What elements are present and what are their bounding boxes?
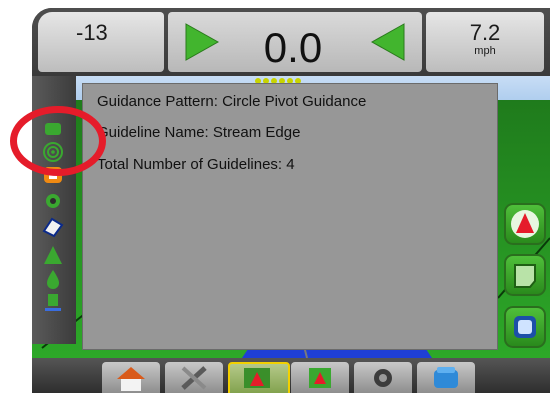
- mark-a-button[interactable]: [504, 254, 546, 296]
- total-guidelines-text: Total Number of Guidelines: 4: [97, 156, 295, 173]
- steer-left-arrow-icon: [370, 23, 405, 61]
- steering-icon[interactable]: [42, 192, 64, 214]
- section-icon[interactable]: [42, 291, 64, 313]
- implement-icon[interactable]: [42, 216, 64, 238]
- setup-tab[interactable]: [165, 362, 223, 393]
- field-icon: [309, 368, 331, 388]
- go-to-a-button[interactable]: [504, 203, 546, 245]
- field-tab[interactable]: [291, 362, 349, 393]
- guidance-tab[interactable]: [228, 362, 290, 393]
- home-icon: [117, 367, 145, 391]
- marker-icon[interactable]: [42, 244, 64, 266]
- speed-unit: mph: [474, 45, 496, 57]
- home-tab[interactable]: [102, 362, 160, 393]
- data-tab[interactable]: [417, 362, 475, 393]
- mark-a-icon: [514, 264, 536, 288]
- guideline-name-text: Guideline Name: Stream Edge: [97, 124, 301, 141]
- status-readout: 0.0: [263, 24, 323, 71]
- point-a-icon: [511, 210, 539, 238]
- data-icon: [434, 367, 458, 388]
- camera-icon: [374, 369, 392, 387]
- guidance-view-icon: [244, 368, 270, 388]
- wrench-icon: [181, 366, 207, 390]
- mark-b-icon: [514, 316, 536, 338]
- display-frame: -13 0.0 7.2 mph Guidance Pattern: Circle…: [32, 8, 550, 393]
- steer-right-arrow-icon: [185, 23, 220, 61]
- mark-b-button[interactable]: [504, 306, 546, 348]
- speed-value: 7.2: [469, 20, 501, 45]
- gps-icon[interactable]: [42, 268, 64, 290]
- guideline-info-overlay: Guidance Pattern: Circle Pivot Guidance …: [82, 83, 498, 350]
- sections-tab[interactable]: [354, 362, 412, 393]
- cross-track-value: -13: [76, 20, 108, 45]
- highlight-ring: [10, 106, 106, 176]
- guidance-pattern-text: Guidance Pattern: Circle Pivot Guidance: [97, 93, 367, 110]
